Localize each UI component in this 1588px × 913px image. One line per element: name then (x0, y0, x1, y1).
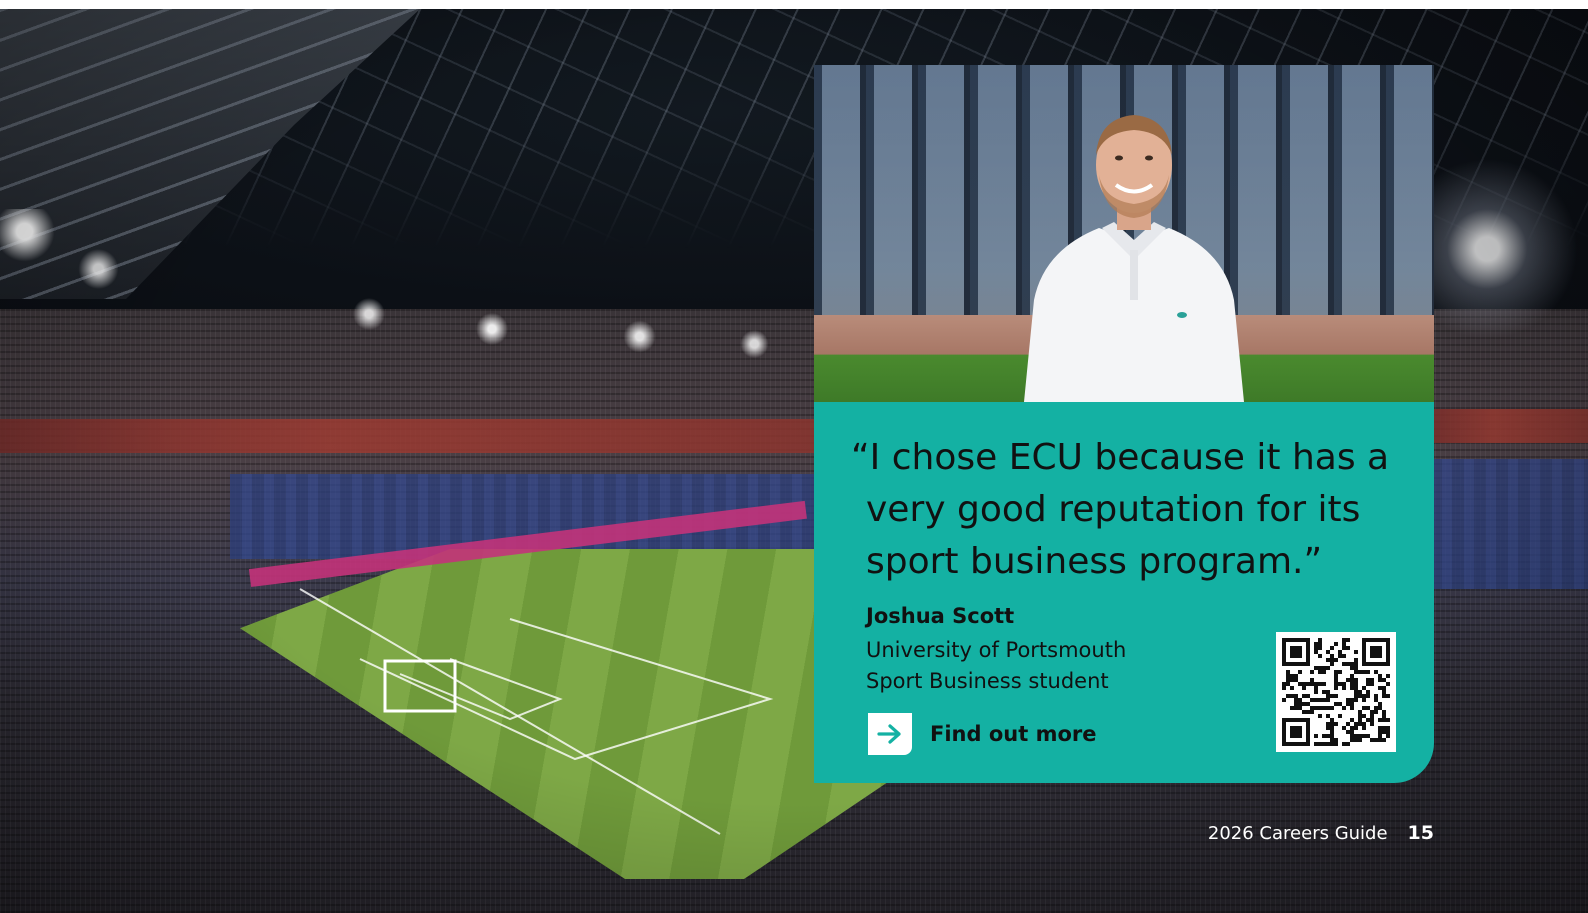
page-footer: 2026 Careers Guide 15 (1208, 822, 1434, 844)
quote-panel: “I chose ECU because it has a very good … (814, 402, 1434, 783)
find-out-more-link[interactable]: Find out more (868, 713, 1096, 755)
student-course: Sport Business student (866, 669, 1109, 693)
arrow-right-icon (868, 713, 912, 755)
student-details: University of Portsmouth Sport Business … (866, 635, 1126, 697)
testimonial-quote: “I chose ECU because it has a very good … (851, 437, 1390, 582)
guide-title: 2026 Careers Guide (1207, 823, 1388, 844)
find-out-more-label: Find out more (930, 722, 1097, 746)
testimonial-card: “I chose ECU because it has a very good … (814, 65, 1434, 783)
student-university: University of Portsmouth (866, 638, 1127, 662)
student-name: Joshua Scott (866, 604, 1015, 628)
qr-code[interactable] (1276, 632, 1396, 752)
student-portrait-photo (814, 65, 1434, 402)
qr-code-image (1282, 638, 1390, 746)
student-figure (1024, 115, 1244, 402)
page-number: 15 (1407, 822, 1434, 844)
